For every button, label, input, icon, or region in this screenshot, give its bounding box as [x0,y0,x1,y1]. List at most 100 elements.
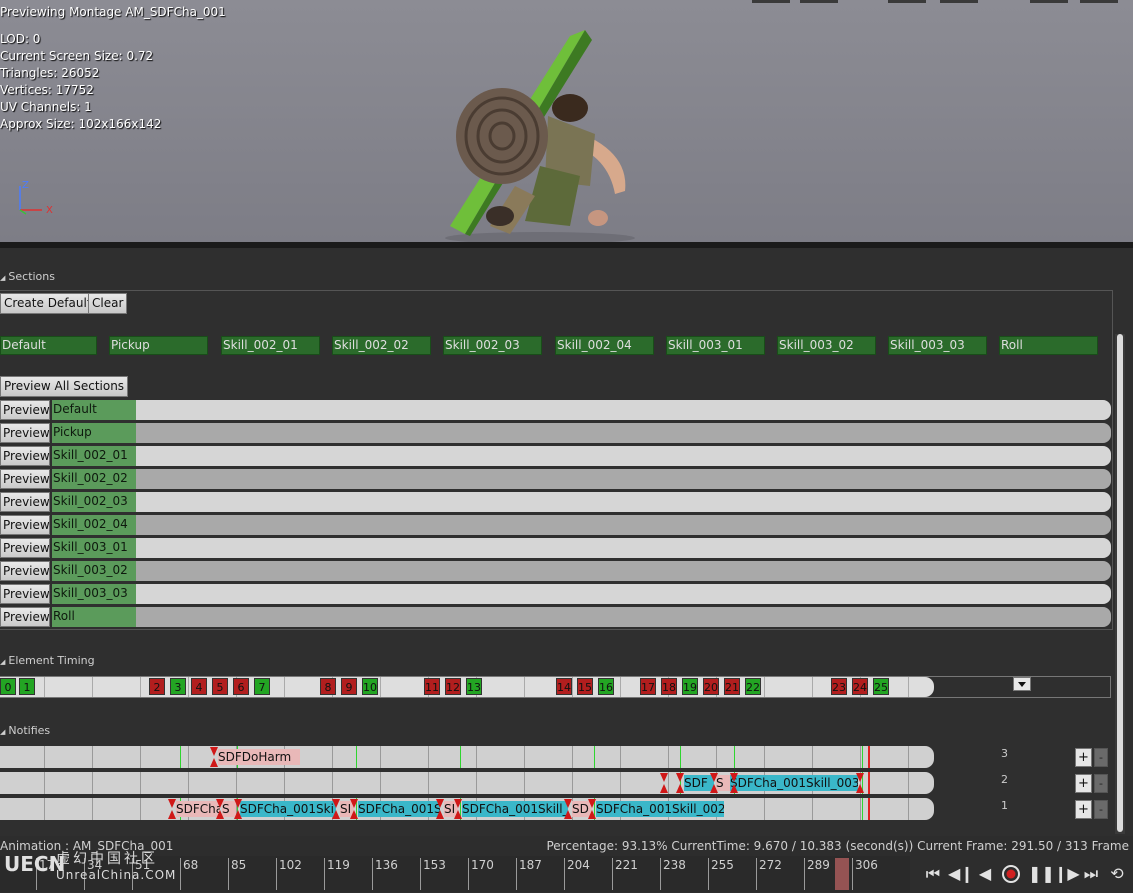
section-track[interactable] [52,400,1111,420]
notify-block[interactable]: SDFDoHarm [218,749,300,765]
viewport-toolbar-button[interactable] [1030,0,1068,3]
timing-marker[interactable]: 11 [424,678,440,695]
section-tag-skill-003-01[interactable]: Skill_003_01 [666,336,765,355]
loop-icon[interactable]: ⟲ [1106,862,1128,886]
preview-button[interactable]: Preview [0,538,50,558]
timing-marker[interactable]: 3 [170,678,186,695]
section-name[interactable]: Roll [52,607,136,627]
timing-marker[interactable]: 17 [640,678,656,695]
timing-marker[interactable]: 14 [556,678,572,695]
timing-marker[interactable]: 16 [598,678,614,695]
element-timing-header[interactable]: ◢ Element Timing [0,654,95,670]
section-name[interactable]: Skill_003_02 [52,561,136,581]
notify-marker-icon[interactable] [730,773,738,793]
timing-marker[interactable]: 1 [19,678,35,695]
timing-marker[interactable]: 10 [362,678,378,695]
notify-marker-icon[interactable] [564,799,572,819]
viewport-toolbar-button[interactable] [888,0,926,3]
create-default-button[interactable]: Create Default [0,293,96,314]
preview-viewport[interactable]: Previewing Montage AM_SDFCha_001 LOD: 0 … [0,0,1133,242]
timing-marker[interactable]: 5 [212,678,228,695]
timing-marker[interactable]: 15 [577,678,593,695]
notify-marker-icon[interactable] [234,799,242,819]
record-icon[interactable] [1000,862,1022,886]
section-track[interactable] [52,469,1111,489]
collapse-arrow-icon[interactable]: ◢ [0,728,5,736]
section-name[interactable]: Skill_002_03 [52,492,136,512]
timing-marker[interactable]: 24 [852,678,868,695]
step-back-icon[interactable]: ◀❙ [948,862,974,886]
preview-button[interactable]: Preview [0,492,50,512]
notify-marker-icon[interactable] [454,799,462,819]
notify-marker-icon[interactable] [588,799,596,819]
vertical-scrollbar[interactable] [1115,334,1125,834]
timing-marker[interactable]: 12 [445,678,461,695]
add-track-button[interactable]: + [1075,748,1092,767]
preview-button[interactable]: Preview [0,584,50,604]
preview-button[interactable]: Preview [0,607,50,627]
viewport-toolbar-button[interactable] [800,0,838,3]
viewport-toolbar-button[interactable] [1080,0,1118,3]
section-tag-skill-003-02[interactable]: Skill_003_02 [777,336,876,355]
step-forward-icon[interactable]: ❙▶ [1054,862,1080,886]
notify-marker-icon[interactable] [676,773,684,793]
notify-block[interactable]: SDFCha_001Skill_003 [730,775,858,791]
preview-button[interactable]: Preview [0,515,50,535]
section-name[interactable]: Default [52,400,136,420]
section-track[interactable] [52,561,1111,581]
section-name[interactable]: Skill_003_01 [52,538,136,558]
notify-block[interactable]: SDFCha_001Ski [240,801,336,817]
timing-marker[interactable]: 0 [0,678,16,695]
add-track-button[interactable]: + [1075,774,1092,793]
sections-header[interactable]: ◢ Sections [0,270,55,286]
section-tag-skill-002-04[interactable]: Skill_002_04 [555,336,654,355]
pause-icon[interactable]: ❚❚ [1028,862,1055,886]
section-tag-roll[interactable]: Roll [999,336,1098,355]
timing-marker[interactable]: 4 [191,678,207,695]
scrollbar-thumb[interactable] [1117,334,1123,832]
section-name[interactable]: Skill_002_01 [52,446,136,466]
timing-marker[interactable]: 13 [466,678,482,695]
timing-marker[interactable]: 21 [724,678,740,695]
timing-marker[interactable]: 23 [831,678,847,695]
notify-marker-icon[interactable] [856,773,864,793]
skip-to-end-icon[interactable]: ⏭ [1080,862,1102,886]
timing-marker[interactable]: 7 [254,678,270,695]
section-name[interactable]: Skill_002_04 [52,515,136,535]
notify-marker-icon[interactable] [168,799,176,819]
notify-block[interactable]: SDFCha_001Skill_002 [596,801,724,817]
timing-marker[interactable]: 18 [661,678,677,695]
notify-marker-icon[interactable] [210,747,218,767]
section-tag-pickup[interactable]: Pickup [109,336,208,355]
notify-marker-icon[interactable] [436,799,444,819]
notify-block[interactable]: S [716,775,730,791]
remove-track-button[interactable]: - [1094,748,1108,767]
section-tag-skill-002-02[interactable]: Skill_002_02 [332,336,431,355]
timing-marker[interactable]: 2 [149,678,165,695]
section-track[interactable] [52,584,1111,604]
play-reverse-icon[interactable]: ◀ [974,862,996,886]
remove-track-button[interactable]: - [1094,800,1108,819]
section-track[interactable] [52,538,1111,558]
notify-marker-icon[interactable] [710,773,718,793]
section-name[interactable]: Pickup [52,423,136,443]
collapse-arrow-icon[interactable]: ◢ [0,658,5,666]
section-track[interactable] [52,607,1111,627]
section-tag-skill-002-01[interactable]: Skill_002_01 [221,336,320,355]
preview-button[interactable]: Preview [0,423,50,443]
timing-marker[interactable]: 8 [320,678,336,695]
preview-button[interactable]: Preview [0,400,50,420]
notify-marker-icon[interactable] [216,799,224,819]
timing-marker[interactable]: 25 [873,678,889,695]
collapse-arrow-icon[interactable]: ◢ [0,274,5,282]
viewport-toolbar-button[interactable] [940,0,978,3]
timing-marker[interactable]: 9 [341,678,357,695]
section-tag-skill-002-03[interactable]: Skill_002_03 [443,336,542,355]
remove-track-button[interactable]: - [1094,774,1108,793]
section-track[interactable] [52,446,1111,466]
notify-marker-icon[interactable] [350,799,358,819]
section-track[interactable] [52,515,1111,535]
section-tag-skill-003-03[interactable]: Skill_003_03 [888,336,987,355]
timing-marker[interactable]: 22 [745,678,761,695]
viewport-toolbar-button[interactable] [752,0,790,3]
